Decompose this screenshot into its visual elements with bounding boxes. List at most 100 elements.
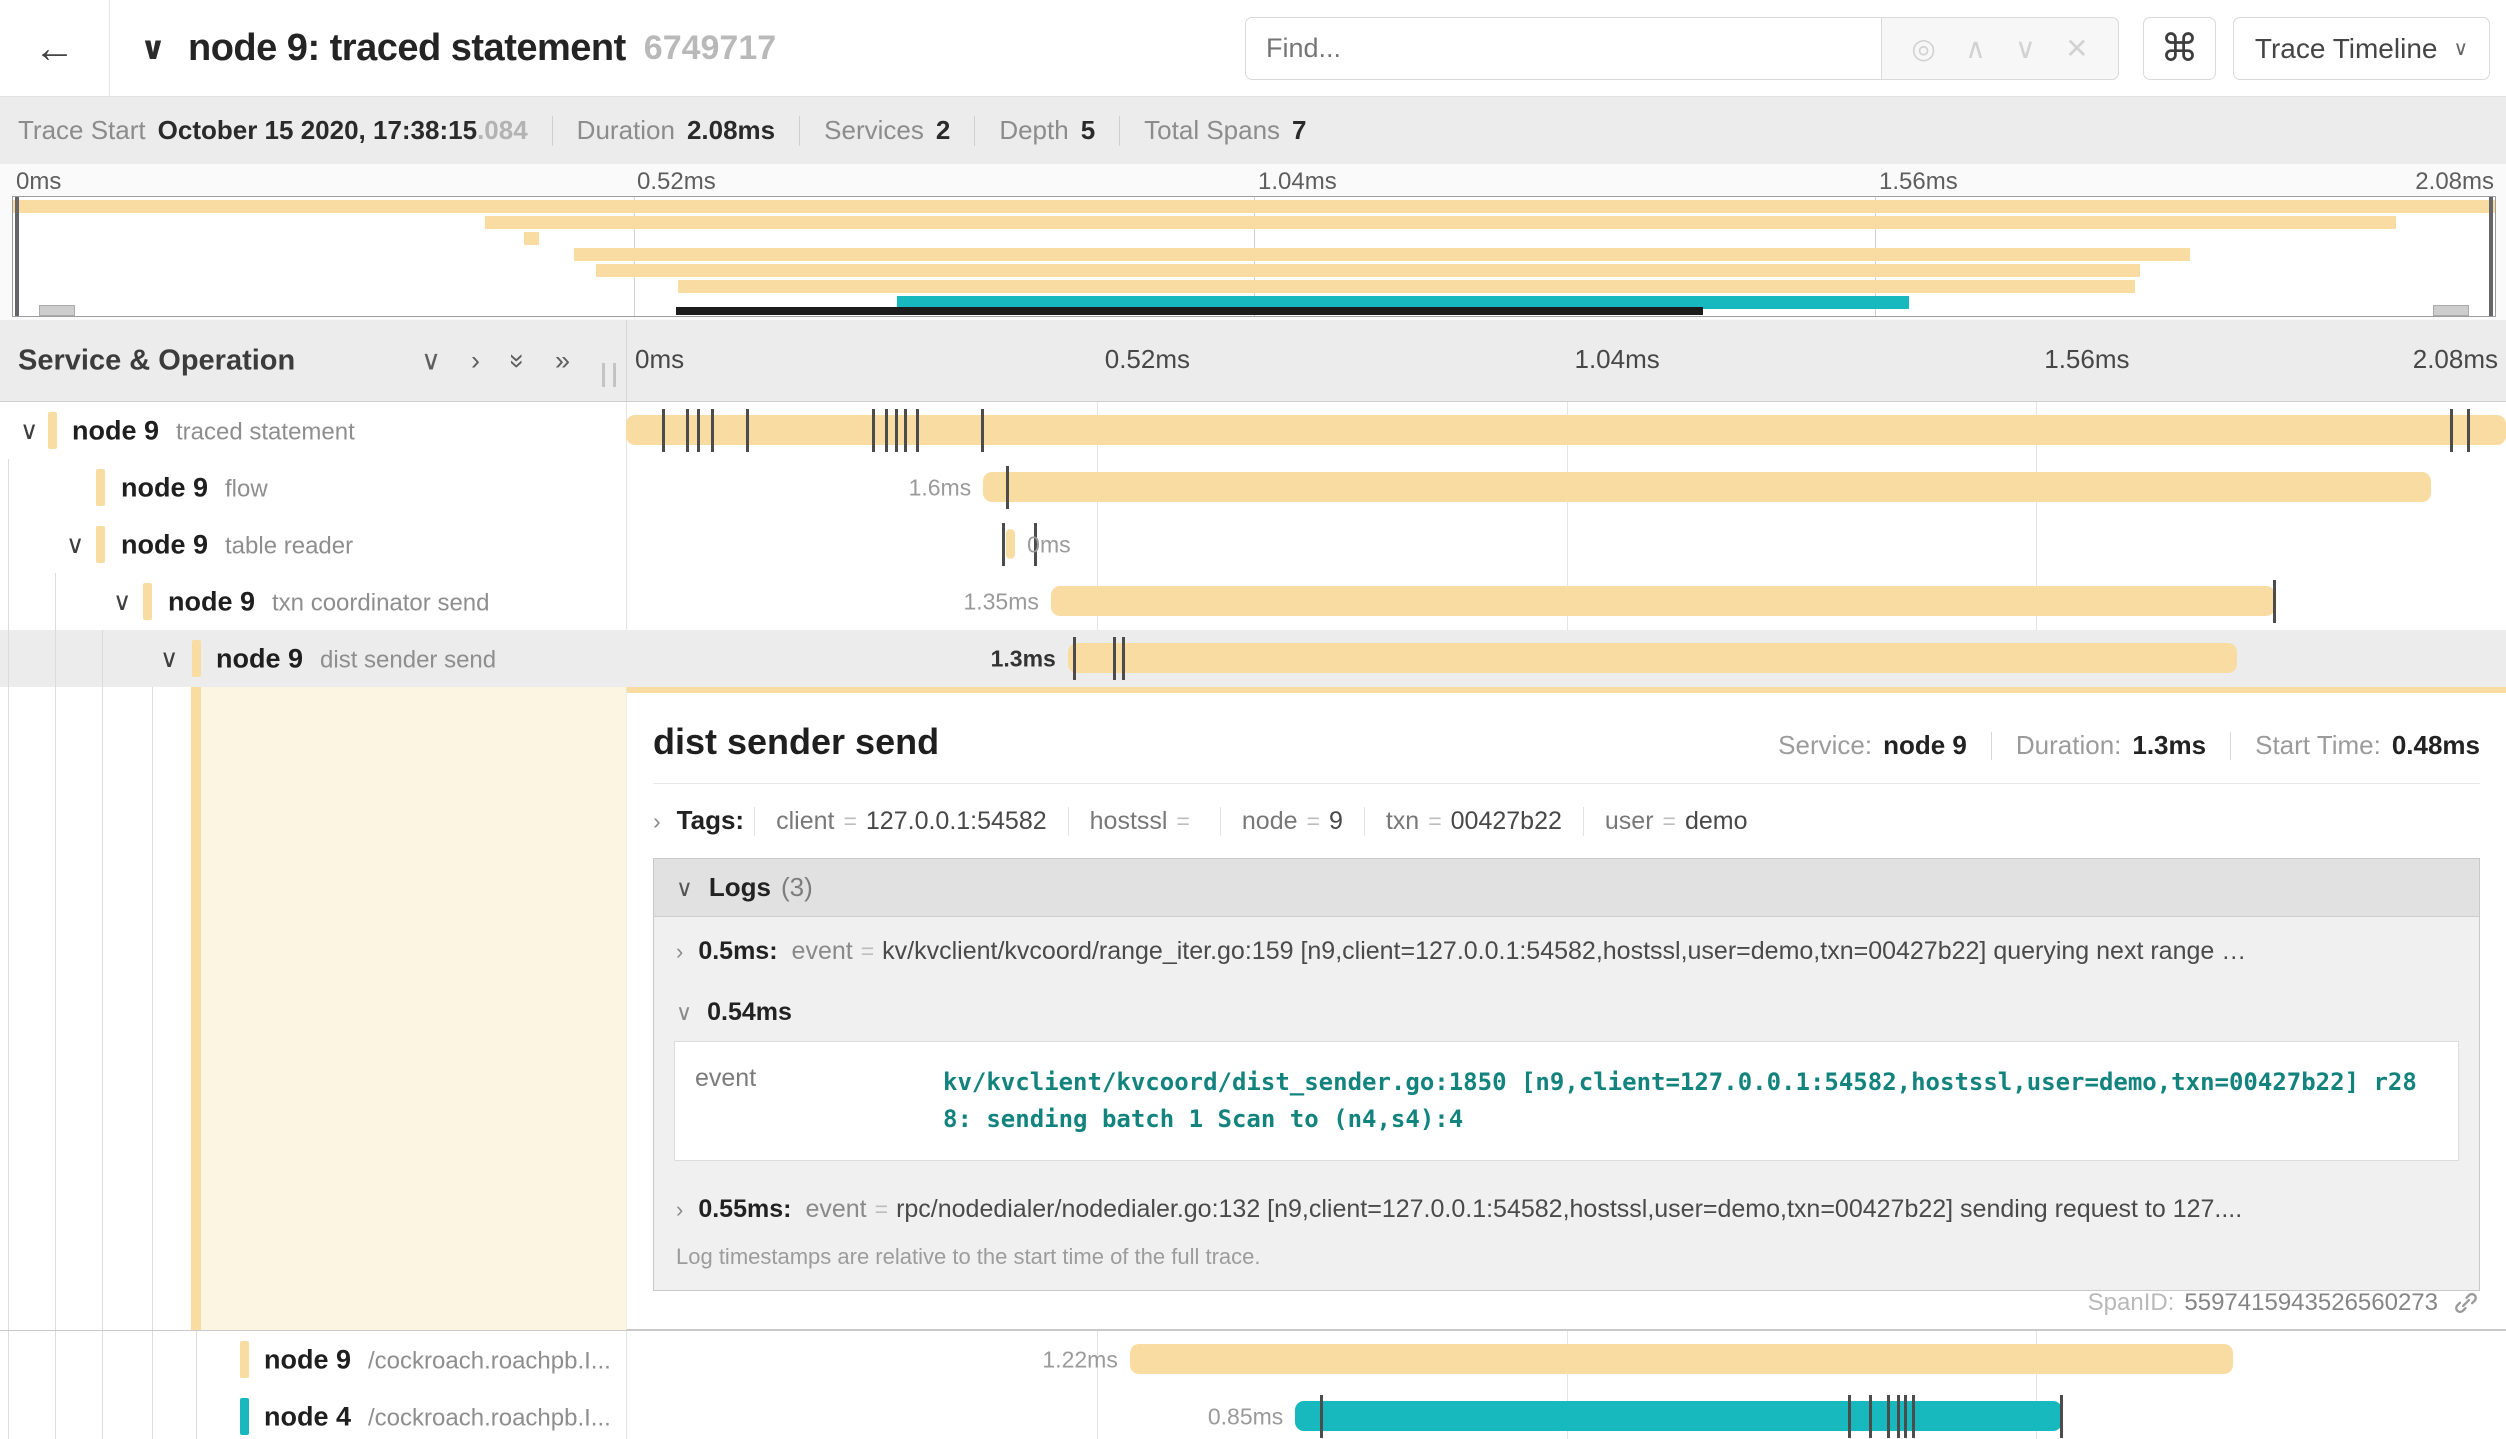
minimap-viewport-bar[interactable] bbox=[676, 307, 1704, 315]
trace-summary-bar: Trace StartOctober 15 2020, 17:38:15.084… bbox=[0, 97, 2506, 164]
summary-separator bbox=[974, 116, 975, 146]
detail-header: dist sender send Service:node 9Duration:… bbox=[649, 693, 2484, 783]
span-duration-bar[interactable] bbox=[1006, 529, 1015, 559]
indent-guide bbox=[152, 1331, 153, 1388]
log-entry[interactable]: ›0.55ms:event=rpc/nodedialer/nodedialer.… bbox=[654, 1175, 2479, 1240]
log-entry[interactable]: ›0.5ms:event=kv/kvclient/kvcoord/range_i… bbox=[654, 917, 2479, 982]
minimap-right-scrubber[interactable] bbox=[2489, 197, 2493, 316]
service-color-bar bbox=[48, 412, 57, 449]
collapse-all-icon[interactable]: » bbox=[510, 347, 525, 374]
page-title: node 9: traced statement bbox=[188, 27, 626, 70]
log-marker-tick bbox=[916, 409, 919, 452]
chevron-down-icon[interactable]: ∨ bbox=[113, 587, 131, 617]
minimap-left-scrubber[interactable] bbox=[15, 197, 19, 316]
logs-header[interactable]: ∨ Logs (3) bbox=[654, 859, 2479, 917]
link-icon[interactable] bbox=[2452, 1289, 2480, 1317]
service-name: node 9 bbox=[121, 529, 208, 560]
service-color-bar bbox=[143, 583, 152, 620]
chevron-down-icon[interactable]: ∨ bbox=[160, 644, 178, 674]
trace-minimap: 0ms0.52ms1.04ms1.56ms2.08ms bbox=[0, 164, 2506, 320]
span-name: node 9traced statement bbox=[72, 415, 355, 446]
log-field-key: event bbox=[792, 937, 853, 966]
span-duration-bar[interactable] bbox=[1130, 1344, 2234, 1374]
log-marker-tick bbox=[904, 409, 907, 452]
log-entry-expanded-header[interactable]: ∨0.54ms bbox=[654, 982, 2479, 1033]
logs-count: (3) bbox=[781, 872, 813, 903]
collapse-one-icon-glyph: ∨ bbox=[421, 345, 441, 375]
span-row[interactable]: node 9/cockroach.roachpb.I...1.22ms bbox=[0, 1331, 2506, 1388]
tag-equals: = bbox=[1307, 808, 1320, 835]
collapse-all-icon-glyph: » bbox=[504, 353, 531, 368]
span-duration-bar[interactable] bbox=[1068, 643, 2237, 673]
service-operation-title: Service & Operation bbox=[18, 344, 295, 377]
log-marker-tick bbox=[1113, 637, 1116, 680]
log-field-value: kv/kvclient/kvcoord/range_iter.go:159 [n… bbox=[882, 937, 2246, 966]
summary-item: Trace StartOctober 15 2020, 17:38:15.084 bbox=[18, 115, 528, 146]
log-marker-tick bbox=[2450, 409, 2453, 452]
summary-separator bbox=[1119, 116, 1120, 146]
indent-guide bbox=[55, 573, 56, 630]
top-bar: ← ∨ node 9: traced statement 6749717 ◎ ∧ ∨… bbox=[0, 0, 2506, 97]
span-row[interactable]: node 9flow1.6ms bbox=[0, 459, 2506, 516]
logs-body: ›0.5ms:event=kv/kvclient/kvcoord/range_i… bbox=[654, 917, 2479, 1240]
operation-name: flow bbox=[225, 475, 268, 503]
detail-indent-band bbox=[201, 687, 626, 1330]
log-fields-table: eventkv/kvclient/kvcoord/dist_sender.go:… bbox=[674, 1041, 2459, 1161]
minimap-right-scrubber-handle[interactable] bbox=[2433, 305, 2469, 316]
span-row[interactable]: node 4/cockroach.roachpb.I...0.85ms bbox=[0, 1388, 2506, 1439]
span-duration-bar[interactable] bbox=[983, 472, 2431, 502]
expand-all-icon-glyph: » bbox=[555, 345, 570, 375]
span-detail-panel: dist sender send Service:node 9Duration:… bbox=[626, 687, 2506, 1330]
minimap-canvas[interactable] bbox=[12, 196, 2496, 317]
tag-value: 9 bbox=[1329, 807, 1343, 836]
keyboard-shortcuts-button[interactable]: ⌘ bbox=[2143, 17, 2216, 80]
span-duration-bar[interactable] bbox=[1051, 586, 2275, 616]
span-name: node 4/cockroach.roachpb.I... bbox=[264, 1401, 611, 1432]
minimap-tick-label: 2.08ms bbox=[2415, 168, 2494, 196]
logs-footer-note: Log timestamps are relative to the start… bbox=[654, 1240, 2479, 1290]
indent-guide bbox=[8, 516, 9, 573]
log-marker-tick bbox=[1869, 1395, 1872, 1438]
clear-find-icon[interactable]: ✕ bbox=[2065, 32, 2088, 65]
span-name-column: ∨ node 9traced statement bbox=[0, 402, 626, 459]
indent-guide bbox=[102, 1331, 103, 1388]
span-row[interactable]: ∨node 9txn coordinator send1.35ms bbox=[0, 573, 2506, 630]
title-collapse-icon[interactable]: ∨ bbox=[140, 29, 166, 67]
span-name: node 9flow bbox=[121, 472, 268, 503]
tags-accordion[interactable]: › Tags: client=127.0.0.1:54582hostssl=no… bbox=[649, 784, 2484, 856]
span-row[interactable]: ∨node 9table reader0ms bbox=[0, 516, 2506, 573]
expand-one-icon[interactable]: › bbox=[471, 347, 480, 374]
minimap-span-bar bbox=[13, 200, 2495, 213]
span-duration-bar[interactable] bbox=[626, 415, 2506, 445]
match-target-icon[interactable]: ◎ bbox=[1911, 32, 1935, 65]
view-selector-label: Trace Timeline bbox=[2255, 33, 2438, 65]
minimap-left-scrubber-handle[interactable] bbox=[39, 305, 75, 316]
service-color-bar bbox=[240, 1341, 249, 1378]
expand-all-icon[interactable]: » bbox=[555, 347, 570, 374]
back-button[interactable]: ← bbox=[0, 0, 110, 96]
log-timestamp: 0.54ms bbox=[707, 998, 792, 1027]
prev-match-icon[interactable]: ∧ bbox=[1965, 32, 1986, 65]
collapse-one-icon[interactable]: ∨ bbox=[421, 347, 441, 374]
log-marker-tick bbox=[2273, 580, 2276, 623]
trace-title-wrap: ∨ node 9: traced statement 6749717 bbox=[140, 0, 776, 96]
log-marker-tick bbox=[1122, 637, 1125, 680]
log-marker-tick bbox=[746, 409, 749, 452]
span-duration-label: 1.35ms bbox=[963, 588, 1038, 615]
service-name: node 4 bbox=[264, 1401, 351, 1432]
next-match-icon[interactable]: ∨ bbox=[2015, 32, 2036, 65]
chevron-down-icon[interactable]: ∨ bbox=[66, 530, 84, 560]
indent-guide bbox=[55, 687, 56, 1330]
log-marker-tick bbox=[981, 409, 984, 452]
log-marker-tick bbox=[1006, 466, 1009, 509]
detail-indent-stripe bbox=[191, 687, 201, 1330]
span-row[interactable]: ∨node 9dist sender send1.3ms bbox=[0, 630, 2506, 687]
span-duration-bar[interactable] bbox=[1295, 1401, 2062, 1431]
column-resize-gripper[interactable] bbox=[602, 363, 616, 387]
log-field-value: rpc/nodedialer/nodedialer.go:132 [n9,cli… bbox=[896, 1195, 2242, 1224]
indent-guide bbox=[8, 573, 9, 630]
span-row[interactable]: ∨ node 9traced statement bbox=[0, 402, 2506, 459]
view-selector-button[interactable]: Trace Timeline ∨ bbox=[2233, 17, 2490, 80]
chevron-down-icon[interactable]: ∨ bbox=[20, 416, 38, 446]
find-input[interactable] bbox=[1245, 17, 1882, 80]
